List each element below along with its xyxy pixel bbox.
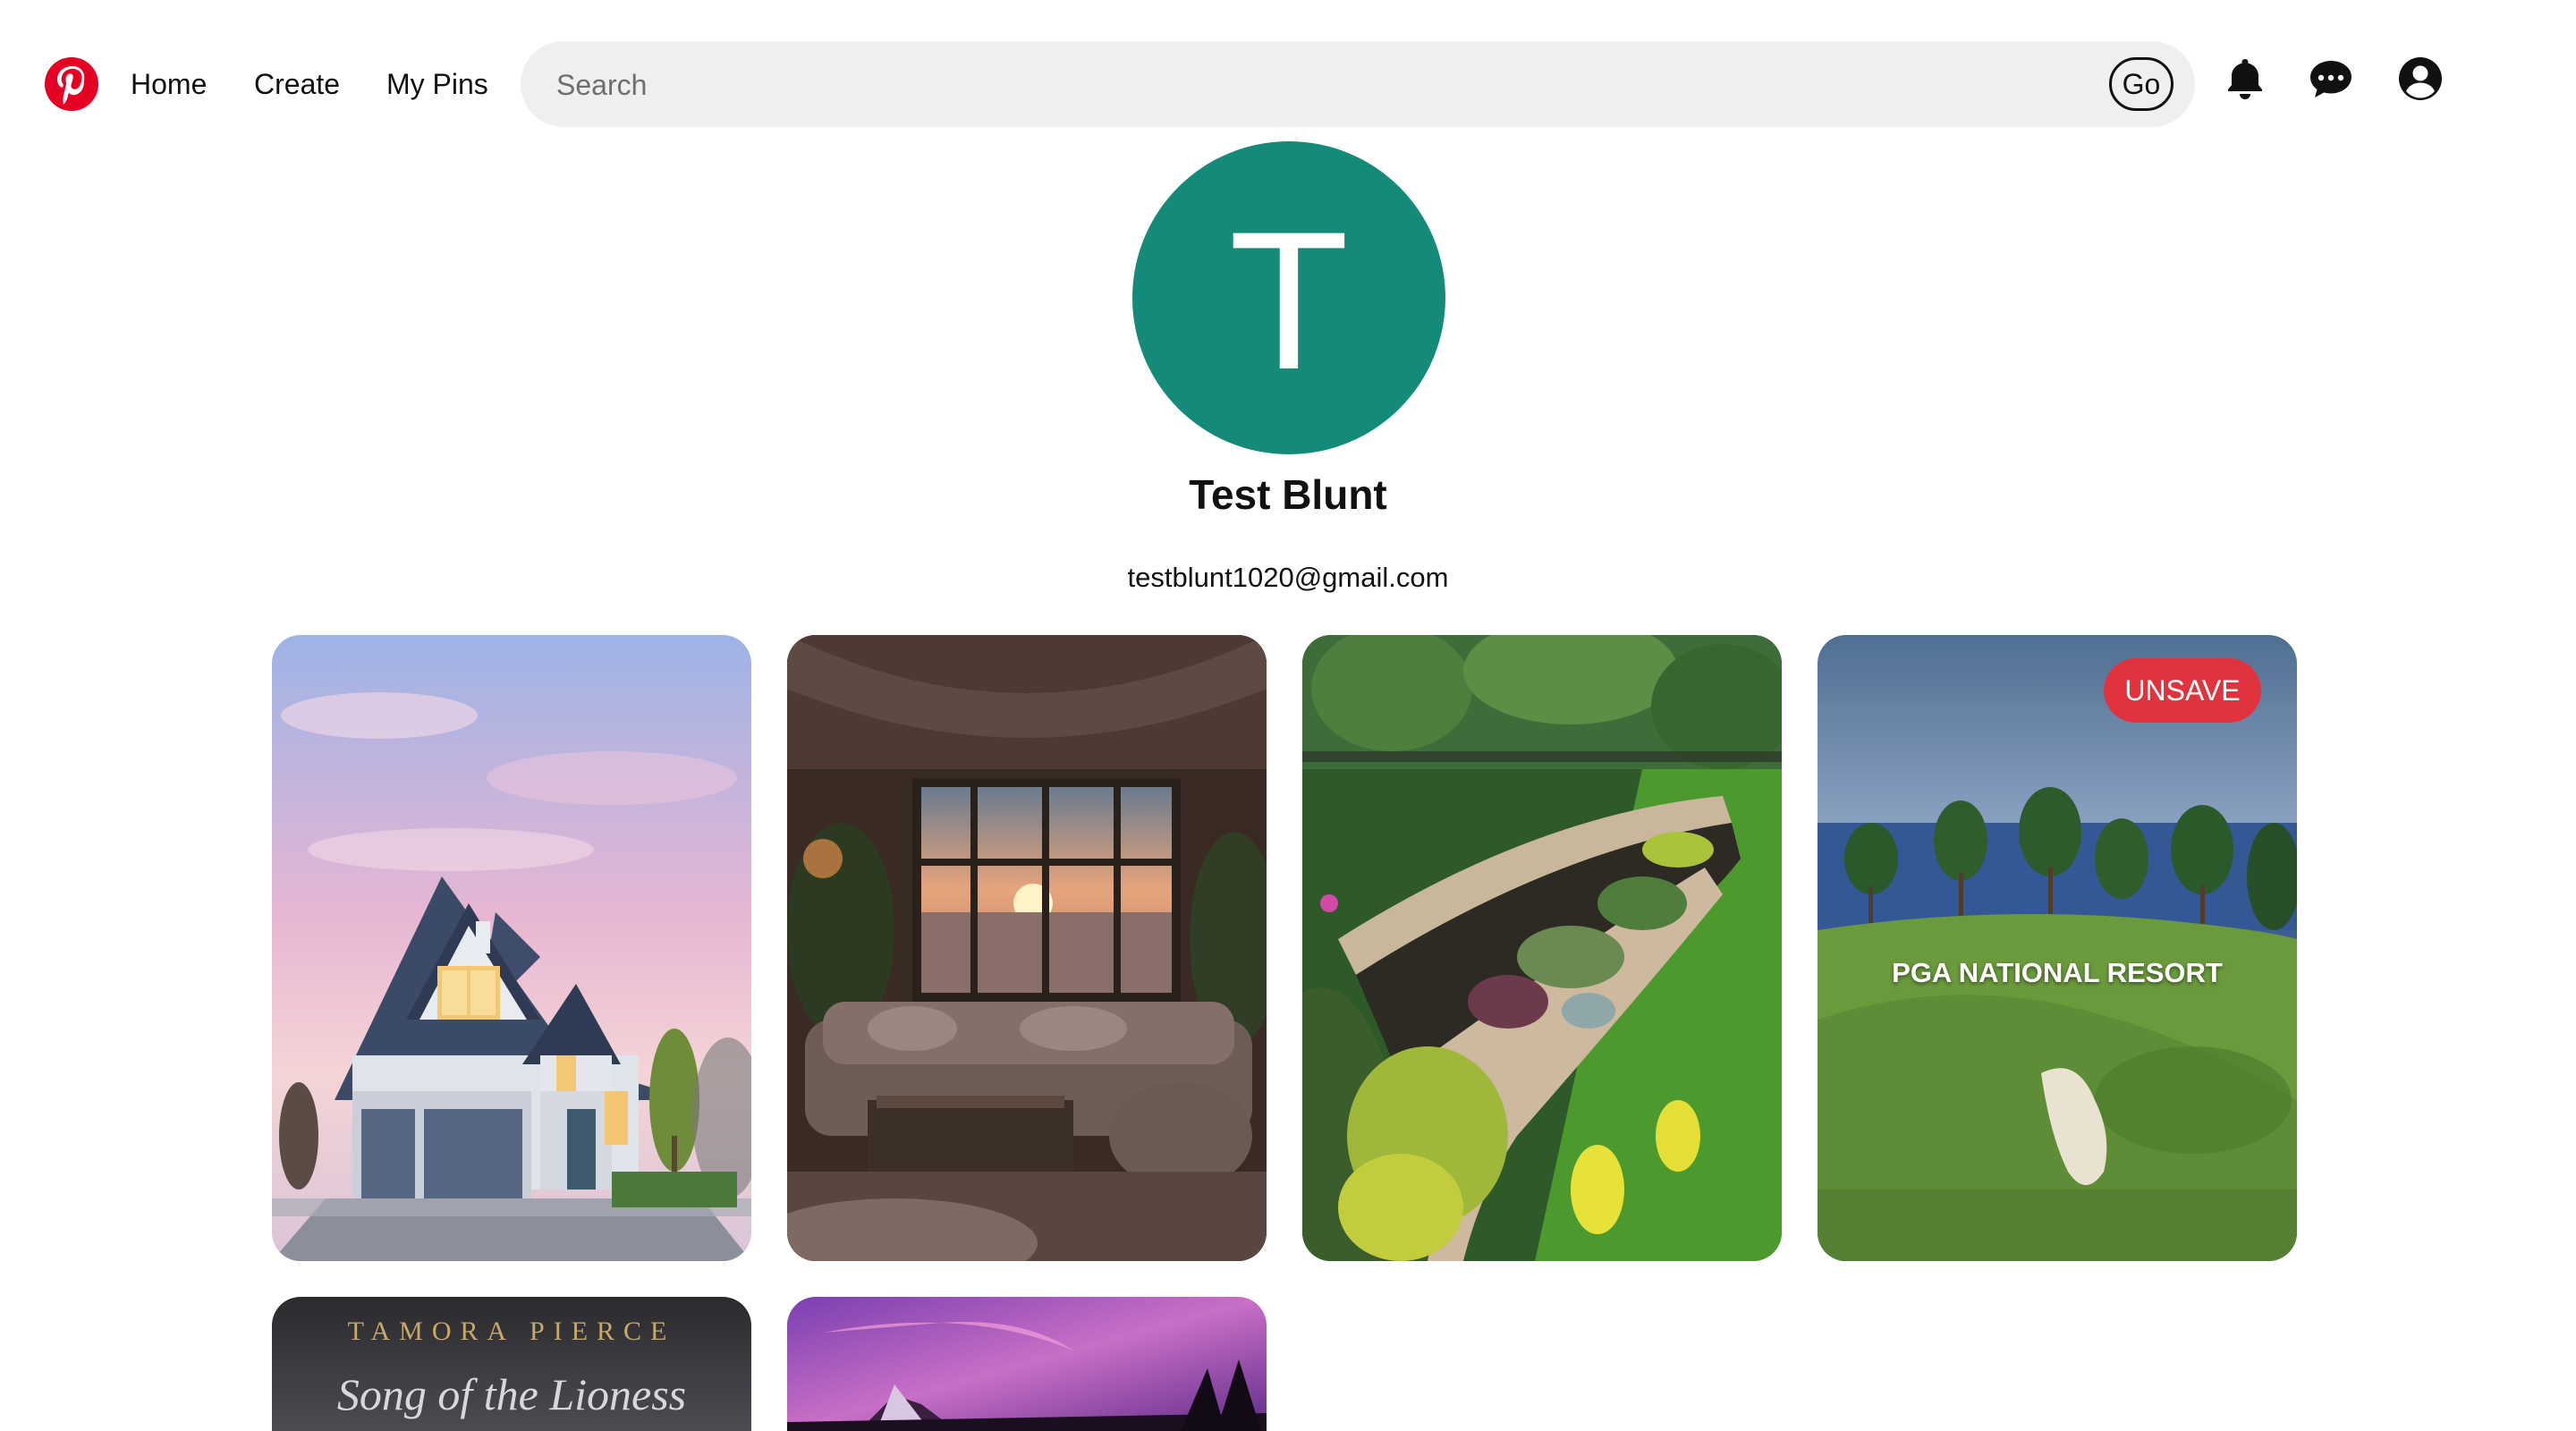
- pin-card[interactable]: TAMORA PIERCE Song of the Lioness: [272, 1297, 751, 1431]
- avatar-initial: T: [1228, 191, 1350, 411]
- user-account-icon[interactable]: [2397, 55, 2444, 102]
- pin-image-mountain: [787, 1297, 1267, 1431]
- top-navigation-bar: Home Create My Pins Go: [0, 0, 2576, 143]
- profile-name: Test Blunt: [1189, 471, 1387, 518]
- pin-card[interactable]: [787, 635, 1267, 1261]
- profile-avatar: T: [1132, 141, 1445, 454]
- pin-card[interactable]: [272, 635, 751, 1261]
- profile-email: testblunt1020@gmail.com: [1127, 562, 1449, 593]
- pin-image-house: [272, 635, 751, 1261]
- book-title: Song of the Lioness: [336, 1369, 687, 1419]
- nav-my-pins[interactable]: My Pins: [386, 68, 488, 101]
- pin-image-golf-course: [1818, 635, 2297, 1261]
- unsave-button[interactable]: UNSAVE: [2104, 658, 2261, 723]
- pin-card[interactable]: [787, 1297, 1267, 1431]
- bell-icon[interactable]: [2222, 55, 2268, 102]
- pin-image-garden: [1302, 635, 1782, 1261]
- search-bar: Go: [521, 41, 2195, 127]
- book-author: TAMORA PIERCE: [347, 1317, 676, 1346]
- pin-image-living-room: [787, 635, 1267, 1261]
- pin-card[interactable]: [1302, 635, 1782, 1261]
- pinterest-logo-icon[interactable]: [43, 55, 100, 113]
- nav-create[interactable]: Create: [254, 68, 340, 101]
- search-input[interactable]: [555, 57, 2079, 113]
- pin-caption: PGA NATIONAL RESORT: [1892, 957, 2223, 988]
- chat-icon[interactable]: [2308, 55, 2354, 102]
- nav-home[interactable]: Home: [131, 68, 207, 101]
- pin-card[interactable]: PGA NATIONAL RESORT UNSAVE: [1818, 635, 2297, 1261]
- go-button[interactable]: Go: [2109, 57, 2174, 111]
